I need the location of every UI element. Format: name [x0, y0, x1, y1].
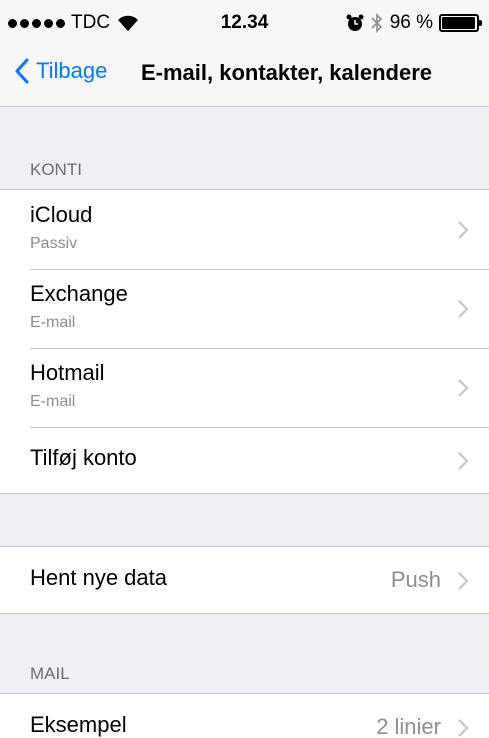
top-bar: TDC 12.34 96 % Tilbage E-mail, kontakter…	[0, 0, 489, 107]
account-subtitle: E-mail	[30, 314, 76, 331]
add-account-row[interactable]: Tilføj konto	[0, 427, 489, 493]
settings-screen: TDC 12.34 96 % Tilbage E-mail, kontakter…	[0, 0, 489, 738]
add-account-label: Tilføj konto	[30, 445, 137, 470]
navigation-bar: Tilbage E-mail, kontakter, kalendere	[0, 50, 489, 100]
mail-group: Eksempel 2 linier	[0, 693, 489, 738]
preview-label: Eksempel	[30, 712, 127, 737]
battery-percentage: 96 %	[389, 12, 433, 33]
account-title: Hotmail	[30, 360, 105, 385]
account-row-icloud[interactable]: iCloud Passiv	[0, 190, 489, 269]
fetch-new-data-row[interactable]: Hent nye data Push	[0, 547, 489, 613]
bluetooth-icon	[371, 13, 382, 33]
account-title: Exchange	[30, 281, 128, 306]
accounts-section-header: KONTI	[30, 160, 82, 179]
back-button[interactable]: Tilbage	[14, 58, 107, 84]
mail-section-header: MAIL	[30, 664, 70, 683]
status-right: 96 %	[346, 12, 482, 34]
account-subtitle: E-mail	[30, 393, 76, 410]
alarm-icon	[346, 14, 364, 31]
account-subtitle: Passiv	[30, 235, 78, 252]
chevron-right-icon	[458, 719, 469, 737]
battery-icon	[439, 14, 482, 32]
account-row-hotmail[interactable]: Hotmail E-mail	[0, 348, 489, 427]
chevron-left-icon	[15, 58, 29, 84]
chevron-right-icon	[458, 572, 469, 590]
fetch-group: Hent nye data Push	[0, 546, 489, 614]
preview-row[interactable]: Eksempel 2 linier	[0, 694, 489, 738]
fetch-new-data-value: Push	[390, 567, 441, 592]
account-row-exchange[interactable]: Exchange E-mail	[0, 269, 489, 348]
chevron-right-icon	[458, 452, 469, 470]
back-button-label: Tilbage	[36, 58, 108, 83]
chevron-right-icon	[458, 300, 469, 318]
page-title: E-mail, kontakter, kalendere	[141, 60, 433, 85]
accounts-group: iCloud Passiv Exchange E-mail Hotmail E-…	[0, 189, 489, 494]
battery-fill	[442, 17, 475, 29]
fetch-new-data-label: Hent nye data	[30, 565, 167, 590]
chevron-right-icon	[458, 379, 469, 397]
status-bar: TDC 12.34 96 %	[0, 0, 489, 44]
preview-value: 2 linier	[376, 714, 441, 738]
account-title: iCloud	[30, 202, 93, 227]
chevron-right-icon	[458, 221, 469, 239]
